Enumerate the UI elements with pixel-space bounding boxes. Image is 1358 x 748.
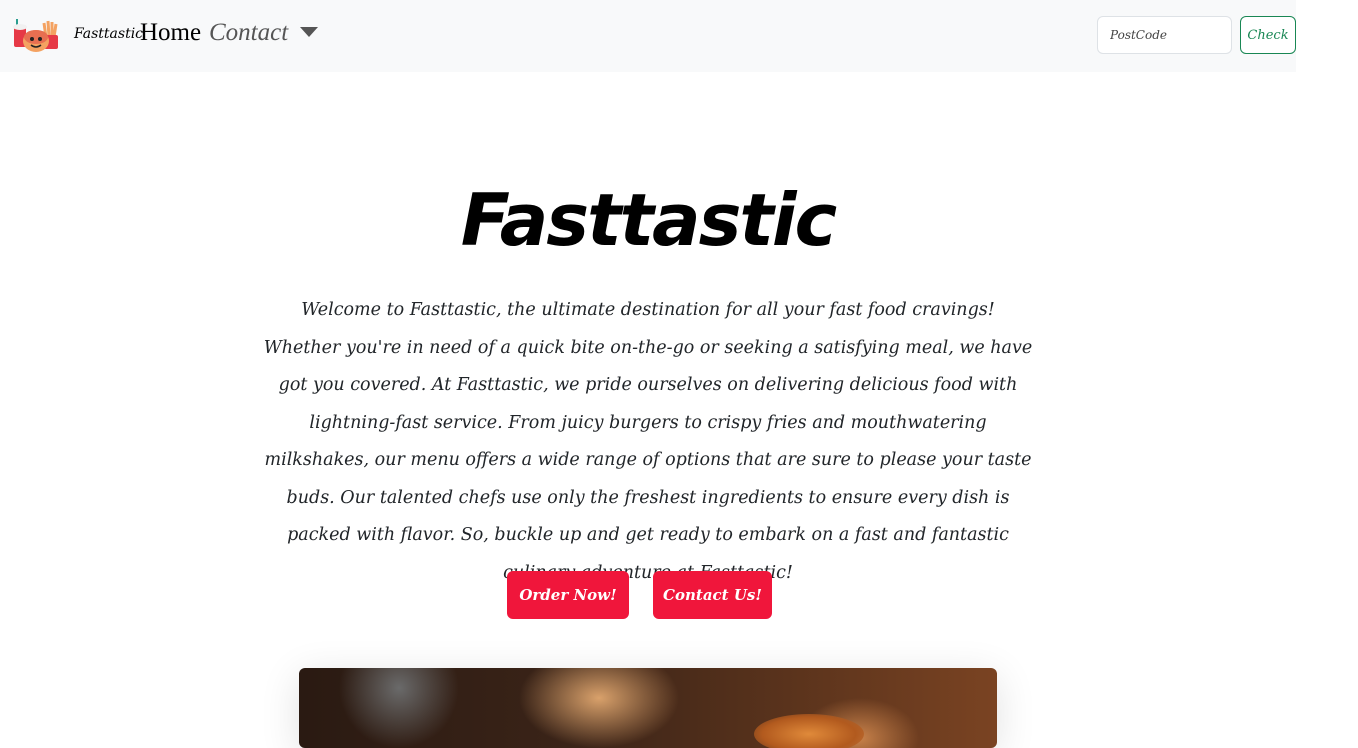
brand-name[interactable]: Fasttastic	[74, 26, 143, 42]
hero-description: Welcome to Fasttastic, the ultimate dest…	[263, 300, 1033, 583]
postcode-input[interactable]	[1097, 16, 1232, 54]
food-dish	[754, 714, 864, 748]
order-now-button[interactable]: Order Now!	[507, 571, 629, 619]
navbar: Fasttastic Home Contact Check	[0, 0, 1296, 72]
contact-us-button[interactable]: Contact Us!	[653, 571, 772, 619]
nav-contact-link[interactable]: Contact	[209, 19, 288, 47]
hero-title: Fasttastic	[460, 178, 837, 262]
caret-down-icon[interactable]	[300, 27, 318, 37]
hero-food-image	[299, 668, 997, 748]
fast-food-logo-icon[interactable]	[12, 15, 62, 55]
check-button[interactable]: Check	[1240, 16, 1296, 54]
nav-home-link[interactable]: Home	[140, 19, 201, 47]
